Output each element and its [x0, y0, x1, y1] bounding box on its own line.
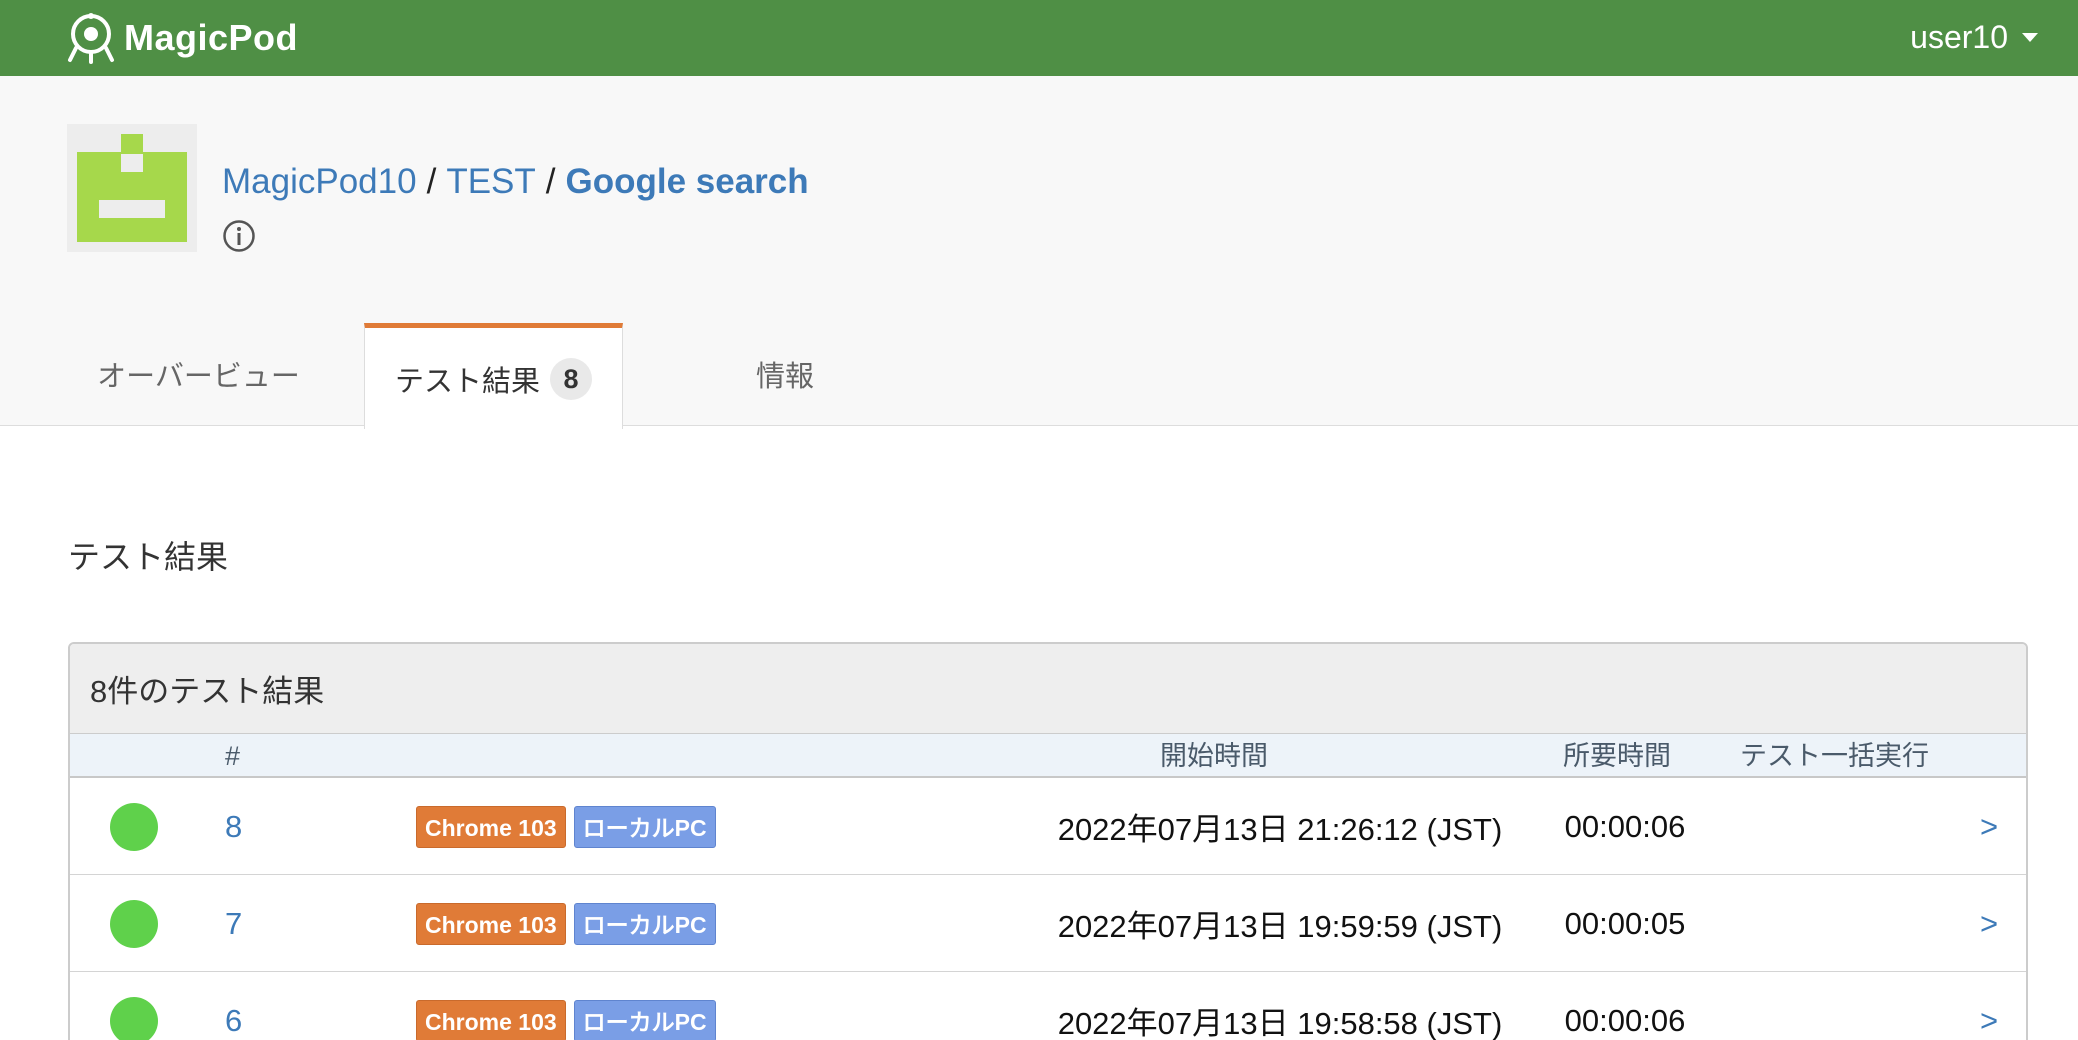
column-start-time: 開始時間 [1160, 741, 1268, 771]
results-count-badge: 8 [550, 357, 592, 400]
section-title: テスト結果 [68, 539, 229, 575]
start-time: 2022年07月13日 21:26:12 (JST) [1057, 812, 1503, 847]
brand-logo[interactable]: MagicPod [66, 10, 298, 66]
top-navbar: MagicPod user10 [0, 0, 2078, 76]
breadcrumb-separator: / [426, 162, 437, 201]
run-number-link[interactable]: 7 [225, 906, 242, 942]
info-circle-icon[interactable] [222, 219, 256, 253]
tab-test-results[interactable]: テスト結果 8 [364, 323, 623, 429]
run-number-link[interactable]: 8 [225, 809, 242, 845]
start-time: 2022年07月13日 19:58:58 (JST) [1057, 1006, 1503, 1040]
row-detail-link[interactable]: > [1980, 1003, 1998, 1039]
browser-badge: Chrome 103 [416, 902, 566, 945]
user-name: user10 [1910, 18, 2008, 55]
environment-badge: ローカルPC [573, 999, 716, 1040]
breadcrumb-project-link[interactable]: TEST [446, 162, 535, 201]
row-detail-link[interactable]: > [1980, 906, 1998, 942]
column-batch-run: テスト一括実行 [1740, 741, 1929, 771]
table-row[interactable]: 6 Chrome 103 ローカルPC 2022年07月13日 19:58:58… [70, 972, 2026, 1040]
breadcrumb-org-link[interactable]: MagicPod10 [222, 162, 417, 201]
brand-name: MagicPod [124, 17, 299, 58]
column-number: # [225, 741, 241, 771]
duration: 00:00:05 [1564, 905, 1686, 941]
breadcrumb-current-test[interactable]: Google search [566, 162, 809, 201]
magicpod-logo-icon [68, 13, 114, 64]
breadcrumb-separator: / [545, 162, 556, 201]
browser-badge: Chrome 103 [416, 805, 566, 848]
column-duration: 所要時間 [1563, 741, 1671, 771]
tab-info[interactable]: 情報 [660, 322, 910, 426]
caret-down-icon [2022, 32, 2038, 42]
environment-badge: ローカルPC [573, 805, 716, 848]
success-dot-icon [110, 802, 158, 851]
start-time: 2022年07月13日 19:59:59 (JST) [1057, 909, 1503, 944]
browser-badge: Chrome 103 [416, 999, 566, 1040]
duration: 00:00:06 [1564, 808, 1686, 844]
duration: 00:00:06 [1564, 1002, 1686, 1038]
table-header: # 開始時間 所要時間 テスト一括実行 [70, 734, 2026, 778]
user-menu-dropdown[interactable]: user10 [1910, 14, 2038, 60]
test-results-panel: 8件のテスト結果 # 開始時間 所要時間 テスト一括実行 8 Chrome 10… [68, 642, 2028, 1040]
breadcrumb: MagicPod10/TEST / Google search [222, 162, 809, 202]
tab-info-label: 情報 [755, 361, 814, 393]
project-avatar [67, 124, 197, 252]
tab-results-label: テスト結果 [394, 365, 540, 398]
run-number-link[interactable]: 6 [225, 1003, 242, 1039]
environment-badge: ローカルPC [573, 902, 716, 945]
success-dot-icon [110, 899, 158, 948]
table-row[interactable]: 8 Chrome 103 ローカルPC 2022年07月13日 21:26:12… [70, 778, 2026, 875]
row-detail-link[interactable]: > [1980, 809, 1998, 845]
tab-overview[interactable]: オーバービュー [66, 322, 331, 426]
panel-heading: 8件のテスト結果 [70, 644, 2026, 734]
success-dot-icon [110, 996, 158, 1040]
tab-overview-label: オーバービュー [97, 361, 300, 393]
table-row[interactable]: 7 Chrome 103 ローカルPC 2022年07月13日 19:59:59… [70, 875, 2026, 972]
